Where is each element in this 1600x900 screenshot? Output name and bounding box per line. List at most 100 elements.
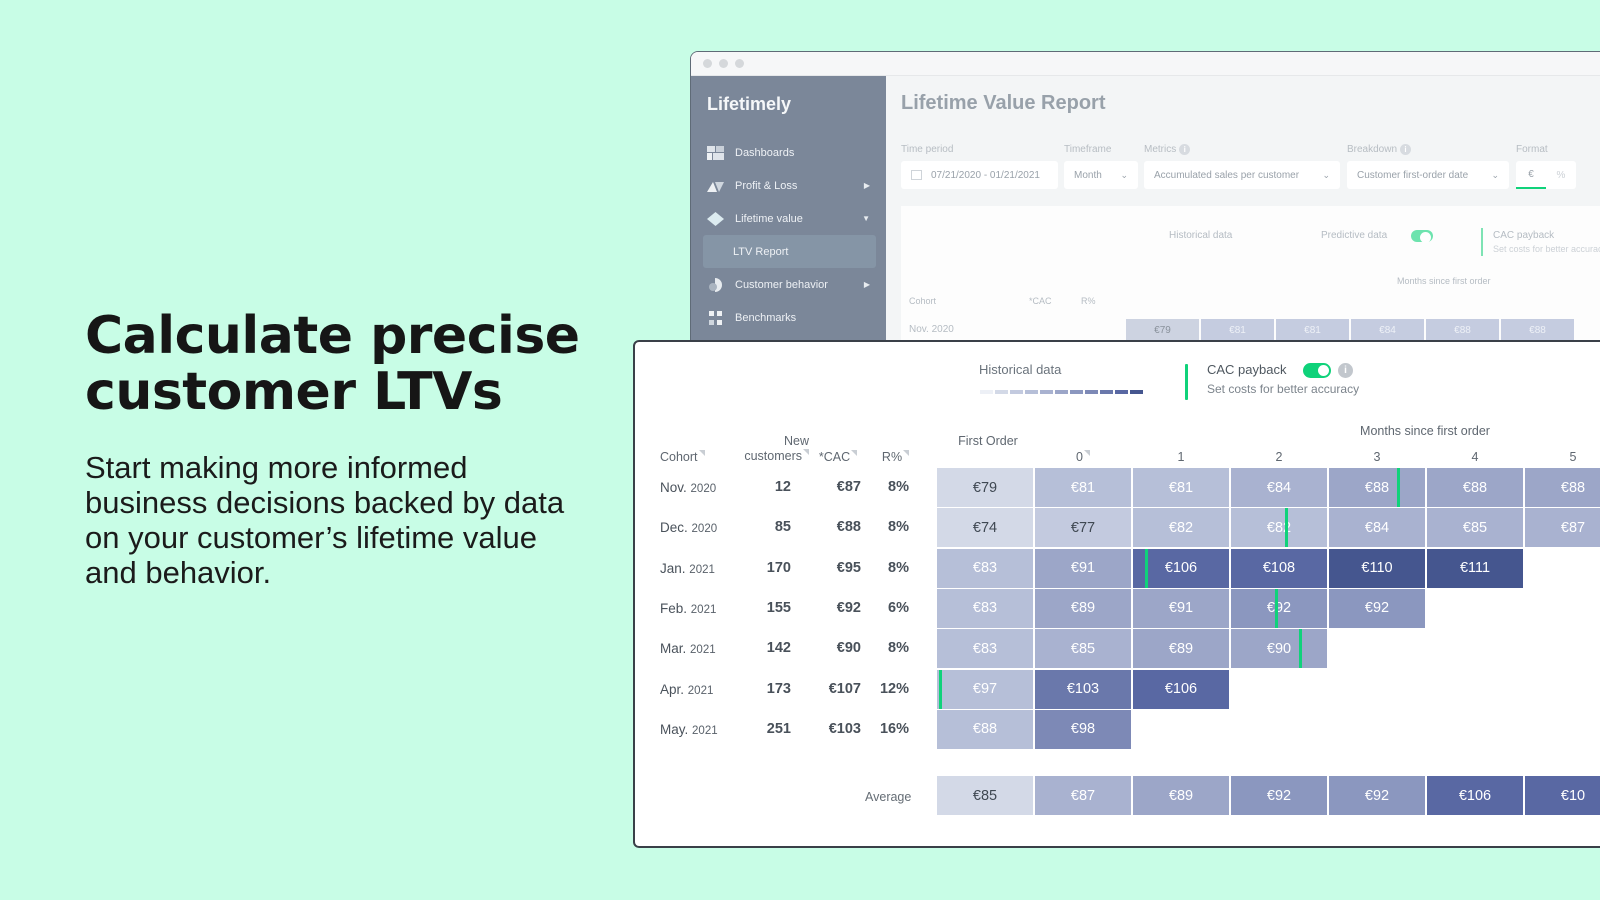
r-pct-header[interactable]: R%	[873, 450, 918, 465]
sidebar-item-label: Benchmarks	[735, 311, 797, 324]
sidebar-item-lifetime-value[interactable]: Lifetime value ▼	[691, 202, 886, 235]
profit-loss-icon	[707, 179, 724, 193]
sidebar-item-customer-behavior[interactable]: Customer behavior ▶	[691, 268, 886, 301]
breakdown-label: Breakdown i	[1347, 144, 1412, 155]
ltv-cell[interactable]: €108	[1231, 548, 1327, 588]
timeframe-select[interactable]: Month ⌄	[1064, 161, 1138, 189]
dashboard-icon	[707, 145, 724, 160]
cac-payback-marker	[1299, 629, 1302, 669]
info-icon[interactable]: i	[1400, 144, 1412, 155]
benchmarks-icon	[707, 310, 724, 325]
metrics-select[interactable]: Accumulated sales per customer ⌄	[1144, 161, 1340, 189]
mini-cac-label: CAC payback	[1493, 230, 1555, 241]
info-icon[interactable]: i	[1179, 144, 1191, 155]
ltv-cell[interactable]: €83	[937, 629, 1033, 669]
sidebar-item-label: Lifetime value	[735, 212, 803, 225]
mini-ltv-cell: €88	[1501, 319, 1574, 341]
ltv-cell[interactable]: €88	[937, 709, 1033, 749]
ltv-cell[interactable]: €110	[1329, 548, 1425, 588]
scale-swatch	[1010, 390, 1023, 394]
brand-logo: Lifetimely	[707, 94, 792, 114]
ltv-cell[interactable]: €82	[1133, 508, 1229, 548]
window-close-button[interactable]	[703, 59, 712, 68]
window-minimize-button[interactable]	[719, 59, 728, 68]
average-cell: €92	[1329, 776, 1425, 815]
window-maximize-button[interactable]	[735, 59, 744, 68]
r-pct-value: 6%	[888, 599, 909, 616]
r-pct-value: 8%	[888, 479, 909, 495]
ltv-cell[interactable]: €77	[1035, 508, 1131, 548]
breakdown-select[interactable]: Customer first-order date ⌄	[1347, 161, 1509, 189]
cac-payback-marker	[1481, 228, 1483, 256]
ltv-cell[interactable]: €83	[937, 548, 1033, 588]
cohort-label: Jan. 2021	[660, 560, 715, 576]
new-customers-value: 251	[766, 720, 791, 737]
average-cell: €92	[1231, 776, 1327, 815]
average-cell: €106	[1427, 776, 1523, 815]
metrics-label: Metrics i	[1144, 144, 1191, 155]
sidebar-item-label: Customer behavior	[735, 278, 828, 291]
ltv-cell[interactable]: €97	[937, 669, 1033, 709]
ltv-cell[interactable]: €81	[1133, 468, 1229, 507]
cac-header[interactable]: *CAC	[813, 450, 863, 465]
average-label: Average	[865, 790, 912, 804]
new-customers-header[interactable]: New customers	[725, 434, 809, 464]
cac-value: €88	[836, 519, 861, 536]
ltv-cell[interactable]: €89	[1133, 629, 1229, 669]
ltv-cell[interactable]: €87	[1525, 508, 1600, 548]
info-icon[interactable]: i	[1338, 363, 1353, 378]
cac-payback-label: CAC payback	[1207, 362, 1287, 377]
sidebar: Lifetimely Dashboards Profit & Loss ▶ Lifet…	[691, 76, 886, 350]
cac-payback-toggle[interactable]	[1303, 363, 1331, 378]
ltv-cell[interactable]: €85	[1035, 629, 1131, 669]
time-period-picker[interactable]: 07/21/2020 - 01/21/2021	[901, 161, 1058, 189]
ltv-cell[interactable]: €103	[1035, 669, 1131, 709]
ltv-cell[interactable]: €88	[1525, 468, 1600, 507]
ltv-cell[interactable]: €90	[1231, 629, 1327, 669]
predictive-toggle[interactable]	[1411, 230, 1433, 243]
cac-payback-marker	[1185, 364, 1188, 400]
cac-value: €103	[828, 720, 861, 737]
format-percent-button[interactable]: %	[1546, 170, 1576, 181]
average-cell: €87	[1035, 776, 1131, 815]
ltv-cell[interactable]: €79	[937, 468, 1033, 507]
scale-swatch	[1100, 390, 1113, 394]
ltv-cell[interactable]: €98	[1035, 709, 1131, 749]
caret-down-icon: ▼	[862, 214, 870, 223]
ltv-cell[interactable]: €84	[1329, 508, 1425, 548]
sidebar-item-profit-loss[interactable]: Profit & Loss ▶	[691, 169, 886, 202]
scale-swatch	[1055, 390, 1068, 394]
sidebar-item-benchmarks[interactable]: Benchmarks	[691, 301, 886, 334]
mini-ltv-cell: €81	[1201, 319, 1274, 341]
cac-value: €107	[828, 680, 861, 697]
format-euro-button[interactable]: €	[1516, 161, 1546, 189]
diamond-icon	[707, 211, 724, 226]
cac-payback-marker	[1145, 548, 1148, 588]
ltv-cell[interactable]: €111	[1427, 548, 1523, 588]
time-period-value: 07/21/2020 - 01/21/2021	[931, 169, 1040, 181]
ltv-cell[interactable]: €83	[937, 588, 1033, 628]
ltv-cell[interactable]: €106	[1133, 669, 1229, 709]
ltv-cell[interactable]: €88	[1329, 468, 1425, 507]
month-header-3: 3	[1373, 450, 1381, 464]
sidebar-item-ltv-report[interactable]: LTV Report	[703, 235, 876, 268]
ltv-cell[interactable]: €91	[1133, 588, 1229, 628]
ltv-cell[interactable]: €92	[1329, 588, 1425, 628]
ltv-cell[interactable]: €81	[1035, 468, 1131, 507]
mini-cohort-header: Cohort	[909, 296, 937, 306]
ltv-cell[interactable]: €92	[1231, 588, 1327, 628]
mini-ltv-cell: €84	[1351, 319, 1424, 341]
ltv-cell[interactable]: €82	[1231, 508, 1327, 548]
sidebar-item-dashboards[interactable]: Dashboards	[691, 136, 886, 169]
cohort-header[interactable]: Cohort	[660, 450, 705, 465]
ltv-cell[interactable]: €88	[1427, 468, 1523, 507]
hero-title: Calculate precise customer LTVs	[85, 306, 580, 422]
r-pct-value: 12%	[879, 680, 909, 697]
month-header-0[interactable]: 0	[1035, 450, 1131, 465]
ltv-cell[interactable]: €85	[1427, 508, 1523, 548]
ltv-cell[interactable]: €91	[1035, 548, 1131, 588]
cac-value: €87	[836, 479, 861, 495]
ltv-cell[interactable]: €74	[937, 508, 1033, 548]
ltv-cell[interactable]: €89	[1035, 588, 1131, 628]
ltv-cell[interactable]: €84	[1231, 468, 1327, 507]
